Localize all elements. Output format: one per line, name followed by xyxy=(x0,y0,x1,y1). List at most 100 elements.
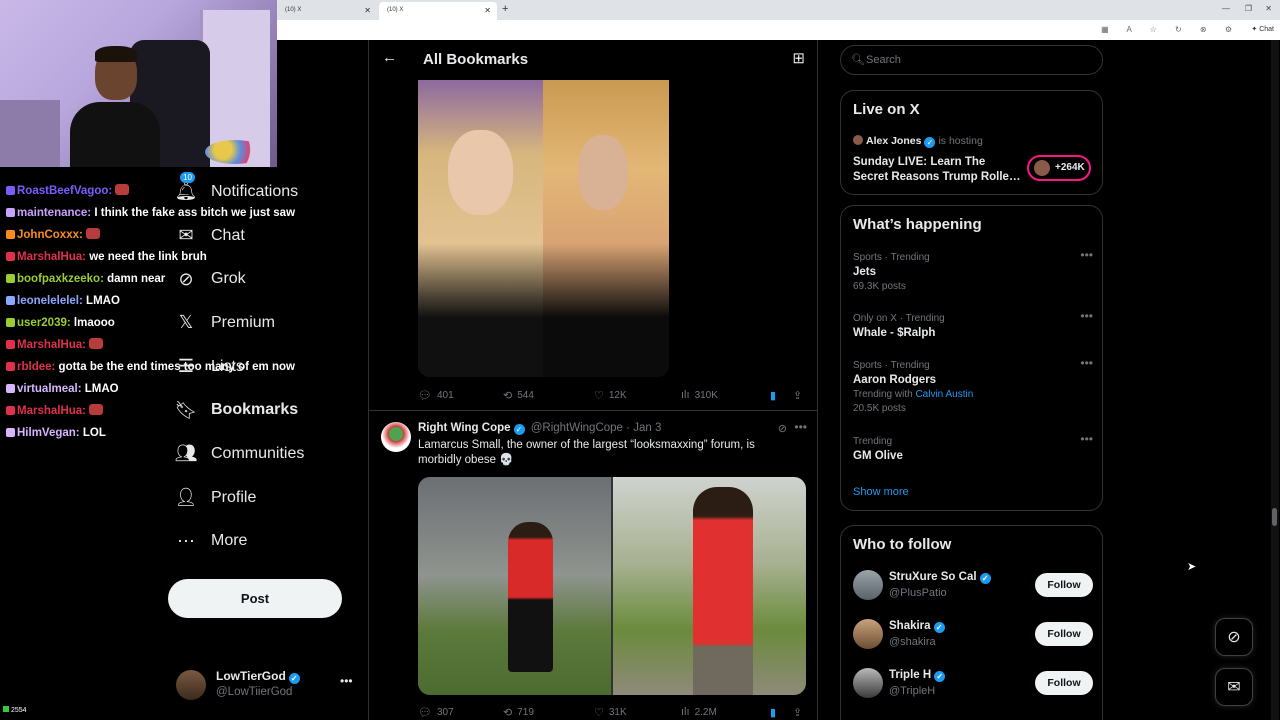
share-button[interactable]: ⇪ xyxy=(793,706,802,719)
tweet-date[interactable]: Jan 3 xyxy=(633,422,661,434)
follow-button[interactable]: Follow xyxy=(1035,573,1093,597)
messages-fab[interactable]: ✉ xyxy=(1215,668,1253,706)
tweet-image[interactable] xyxy=(418,477,806,695)
bookmark-filled-icon: ▮ xyxy=(770,390,777,402)
more-icon[interactable]: ••• xyxy=(340,674,353,688)
scrollbar-thumb[interactable] xyxy=(1272,508,1277,526)
trend-item[interactable]: Sports · Trending Jets 69.3K posts ••• xyxy=(853,248,1093,292)
more-icon[interactable]: ••• xyxy=(794,420,807,434)
live-host[interactable]: Alex Jones ✓ is hosting xyxy=(853,135,983,148)
bookmark-folder-icon[interactable]: ⊞ xyxy=(792,49,805,67)
bookmark-button[interactable]: ▮ xyxy=(770,706,776,719)
trend-item[interactable]: Only on X · Trending Whale - $Ralph ••• xyxy=(853,309,1093,339)
trend-name: Whale - $Ralph xyxy=(853,327,936,339)
chat-username[interactable]: boofpaxkzeeko: xyxy=(17,273,104,285)
post-button[interactable]: Post xyxy=(168,579,342,618)
chat-username[interactable]: JohnCoxxx: xyxy=(17,229,83,241)
chat-username[interactable]: user2039: xyxy=(17,317,71,329)
avatar[interactable] xyxy=(381,422,411,452)
avatar xyxy=(853,570,883,600)
nav-lists[interactable]: ☰ Lists xyxy=(168,345,368,389)
trend-item[interactable]: Sports · Trending Aaron Rodgers Trending… xyxy=(853,356,1093,414)
chat-username[interactable]: maintenance: xyxy=(17,207,91,219)
maximize-icon[interactable]: ❐ xyxy=(1245,4,1252,13)
window-close-icon[interactable]: ✕ xyxy=(1265,4,1272,13)
trend-with-link[interactable]: Calvin Austin xyxy=(915,389,973,400)
more-icon[interactable]: ••• xyxy=(1080,248,1093,262)
nav-notifications[interactable]: 🔔︎ 10 Notifications xyxy=(168,170,368,214)
follow-button[interactable]: Follow xyxy=(1035,671,1093,695)
reply-button[interactable]: 💬︎ 307 xyxy=(418,706,454,719)
more-icon[interactable]: ••• xyxy=(1080,309,1093,323)
grok-icon[interactable]: ⊘ xyxy=(778,422,787,435)
account-switcher[interactable]: LowTierGod ✓ @LowTiierGod ••• xyxy=(176,668,356,702)
copilot-button[interactable]: ✦ Chat xyxy=(1251,25,1274,33)
browser-tab-active[interactable]: (10) X ✕ xyxy=(379,2,497,20)
more-icon[interactable]: ••• xyxy=(1080,432,1093,446)
follow-button[interactable]: Follow xyxy=(1035,622,1093,646)
address-bar[interactable]: ▦ A ☆ ↻ ⊗ ⚙ ✦ Chat xyxy=(277,20,1280,40)
follow-suggestion[interactable]: StruXure So Cal ✓ @PlusPatio Follow xyxy=(853,568,1093,602)
bookmark-filled-icon: ▮ xyxy=(770,707,777,719)
toolbar-icons[interactable]: ▦ A ☆ ↻ ⊗ ⚙ xyxy=(1101,25,1240,34)
retweet-button[interactable]: ⟲ 544 xyxy=(503,389,534,402)
tweet-image-figure xyxy=(508,522,553,672)
heart-icon: ♡ xyxy=(594,390,604,402)
chat-username[interactable]: MarshalHua: xyxy=(17,251,86,263)
share-button[interactable]: ⇪ xyxy=(793,389,802,402)
follow-suggestion[interactable]: Shakira ✓ @shakira Follow xyxy=(853,617,1093,651)
nav-profile[interactable]: 👤︎ Profile xyxy=(168,476,368,520)
bookmark-icon: 🔖︎ xyxy=(174,399,198,420)
grok-fab[interactable]: ⊘ xyxy=(1215,618,1253,656)
grok-icon: ⊘ xyxy=(178,268,194,289)
follow-suggestion[interactable]: Triple H ✓ @TripleH Follow xyxy=(853,666,1093,700)
more-icon[interactable]: ••• xyxy=(1080,356,1093,370)
nav-label: Lists xyxy=(211,357,244,375)
tweet-image[interactable] xyxy=(418,80,669,377)
nav-chat[interactable]: ✉ Chat xyxy=(168,214,368,258)
reply-button[interactable]: 💬︎ 401 xyxy=(418,389,454,402)
chat-badge-icon xyxy=(6,186,15,195)
retweet-button[interactable]: ⟲ 719 xyxy=(503,706,534,719)
new-tab-icon[interactable]: + xyxy=(502,3,508,15)
search-box[interactable]: 🔍︎ xyxy=(840,45,1103,75)
live-listeners-button[interactable]: +264K xyxy=(1027,155,1091,181)
nav-premium[interactable]: 𝕏 Premium xyxy=(168,301,368,345)
reply-icon: 💬︎ xyxy=(418,707,432,719)
chat-username[interactable]: rbldee: xyxy=(17,361,55,373)
chat-username[interactable]: MarshalHua: xyxy=(17,405,86,417)
chat-username[interactable]: RoastBeefVagoo: xyxy=(17,185,112,197)
search-input[interactable] xyxy=(866,51,1086,69)
tweet-handle[interactable]: @RightWingCope xyxy=(531,422,623,434)
nav-label: Notifications xyxy=(211,182,299,200)
live-stream-title[interactable]: Sunday LIVE: Learn The Secret Reasons Tr… xyxy=(853,155,1023,185)
bookmark-button[interactable]: ▮ xyxy=(770,389,776,402)
views-button[interactable]: ılı 2.2M xyxy=(681,706,717,718)
back-arrow-icon[interactable]: ← xyxy=(382,49,397,66)
page-title: All Bookmarks xyxy=(423,51,529,68)
chat-username[interactable]: MarshalHua: xyxy=(17,339,86,351)
show-more-link[interactable]: Show more xyxy=(853,486,909,498)
suggestion-name-text: StruXure So Cal xyxy=(889,571,977,583)
nav-grok[interactable]: ⊘ Grok xyxy=(168,257,368,301)
chat-username[interactable]: leonelelelel: xyxy=(17,295,83,307)
chat-username[interactable]: virtualmeal: xyxy=(17,383,82,395)
nav-communities[interactable]: 👥︎ Communities xyxy=(168,432,368,476)
like-button[interactable]: ♡ 12K xyxy=(594,389,627,402)
browser-tab[interactable]: (10) X ✕ xyxy=(277,2,377,20)
minimize-icon[interactable]: — xyxy=(1222,4,1230,13)
search-icon: 🔍︎ xyxy=(851,54,865,66)
scrollbar[interactable] xyxy=(1271,40,1279,720)
chat-username[interactable]: HilmVegan: xyxy=(17,427,80,439)
close-icon[interactable]: ✕ xyxy=(484,6,491,15)
like-button[interactable]: ♡ 31K xyxy=(594,706,627,719)
account-name-text: LowTierGod xyxy=(216,669,286,683)
trend-item[interactable]: Trending GM Olive ••• xyxy=(853,432,1093,462)
nav-label: Chat xyxy=(211,226,245,244)
views-button[interactable]: ılı 310K xyxy=(681,389,718,401)
nav-more[interactable]: ⋯ More xyxy=(168,520,368,564)
close-icon[interactable]: ✕ xyxy=(364,6,371,15)
tweet-author-name[interactable]: Right Wing Cope xyxy=(418,422,511,434)
nav-bookmarks[interactable]: 🔖︎ Bookmarks xyxy=(168,388,368,432)
view-count: 310K xyxy=(694,389,718,401)
